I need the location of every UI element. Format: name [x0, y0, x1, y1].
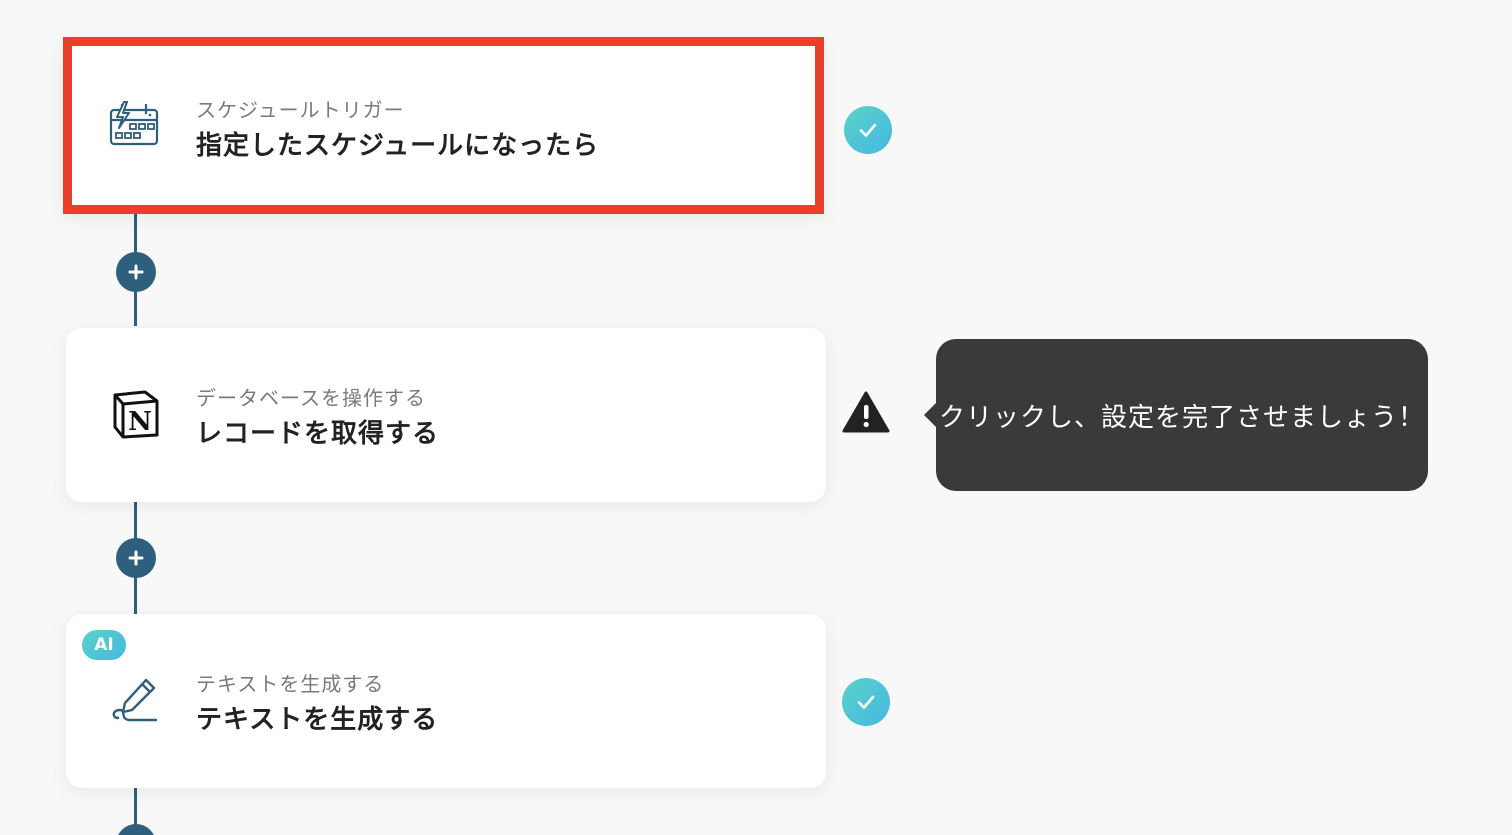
calendar-lightning-icon [108, 98, 160, 150]
step-card-schedule-trigger[interactable]: スケジュールトリガー 指定したスケジュールになったら [63, 37, 824, 214]
step-category: スケジュールトリガー [196, 98, 405, 122]
plus-icon [128, 550, 144, 566]
check-icon [857, 695, 875, 709]
step-status-warning [842, 388, 890, 436]
step-status-complete [844, 106, 892, 154]
tooltip-text: クリックし、設定を完了させましょう！ [938, 402, 1425, 433]
step-title: 指定したスケジュールになったら [196, 131, 600, 161]
ai-badge: AI [82, 630, 126, 660]
add-step-button[interactable] [116, 252, 156, 292]
add-step-button[interactable] [116, 538, 156, 578]
setup-tooltip: クリックし、設定を完了させましょう！ [924, 339, 1428, 491]
step-card-ai-text[interactable]: AI テキストを生成する テキストを生成する [66, 614, 826, 788]
step-status-complete [842, 678, 890, 726]
step-title: テキストを生成する [196, 705, 439, 735]
plus-icon [128, 264, 144, 280]
pen-scribble-icon [110, 674, 162, 726]
step-card-database[interactable]: N データベースを操作する レコードを取得する [66, 328, 826, 502]
step-category: データベースを操作する [196, 386, 426, 410]
add-step-button[interactable] [116, 824, 156, 835]
check-icon [859, 123, 877, 137]
warning-icon [842, 391, 890, 433]
flow-canvas: スケジュールトリガー 指定したスケジュールになったら N データベースを操作する… [0, 0, 1512, 835]
svg-text:N: N [128, 407, 152, 437]
tooltip-arrow [924, 403, 936, 427]
step-category: テキストを生成する [196, 672, 385, 696]
notion-logo-icon: N [110, 388, 162, 440]
step-title: レコードを取得する [196, 419, 440, 449]
